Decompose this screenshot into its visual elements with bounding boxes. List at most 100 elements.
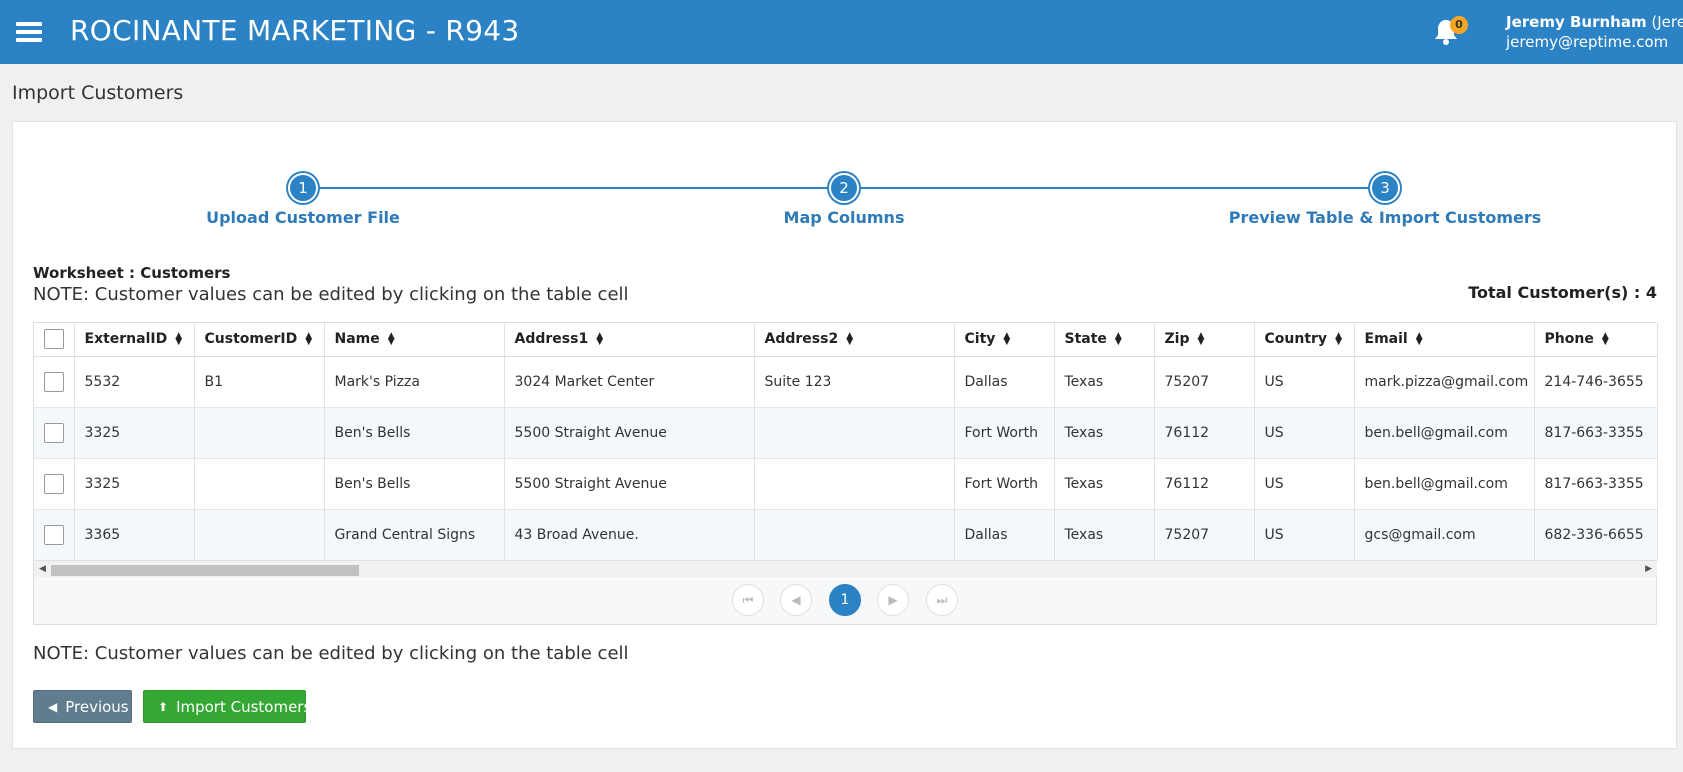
table-cell[interactable]: 5500 Straight Avenue — [504, 407, 755, 459]
page-1-button[interactable]: 1 — [829, 584, 861, 616]
edit-note-bottom: NOTE: Customer values can be edited by c… — [33, 643, 629, 664]
table-row: 3365 Grand Central Signs 43 Broad Avenue… — [34, 509, 1658, 561]
table-cell[interactable] — [754, 458, 955, 510]
chevron-circle-left-icon: ◀ — [48, 700, 58, 714]
row-select-cell — [34, 407, 75, 459]
table-cell[interactable]: US — [1254, 407, 1355, 459]
top-header: ROCINANTE MARKETING - R943 0 Jeremy Burn… — [0, 0, 1683, 64]
table-cell[interactable]: Fort Worth — [954, 407, 1055, 459]
sort-icon: ▲ ▼ — [1335, 331, 1342, 348]
user-name: Jeremy Burnham — [1506, 13, 1647, 31]
column-header[interactable]: ExternalID ▲ ▼ — [74, 323, 195, 357]
table-cell[interactable]: Mark's Pizza — [324, 356, 505, 408]
step-2-label[interactable]: Map Columns — [784, 208, 905, 227]
scrollbar-thumb[interactable] — [51, 565, 359, 576]
table-cell[interactable]: Dallas — [954, 356, 1055, 408]
table-cell[interactable]: Texas — [1054, 407, 1155, 459]
table-cell[interactable] — [754, 509, 955, 561]
table-cell[interactable]: mark.pizza@gmail.com — [1354, 356, 1535, 408]
column-header[interactable]: Name ▲ ▼ — [324, 323, 505, 357]
row-checkbox[interactable] — [43, 524, 64, 545]
sort-icon: ▲ ▼ — [1197, 331, 1205, 348]
table-cell[interactable]: 43 Broad Avenue. — [504, 509, 755, 561]
table-cell[interactable]: Dallas — [954, 509, 1055, 561]
import-customers-button[interactable]: ⬆ Import Customers — [143, 690, 311, 723]
scroll-right-icon[interactable]: ▶ — [1645, 564, 1652, 574]
column-header[interactable]: Phone ▲ ▼ — [1534, 323, 1658, 357]
step-2-circle[interactable]: 2 — [829, 173, 859, 203]
table-cell[interactable]: Texas — [1054, 509, 1155, 561]
table-cell[interactable] — [194, 509, 325, 561]
table-cell[interactable]: 817-663-3355 — [1534, 458, 1658, 510]
table-cell[interactable]: 3024 Market Center — [504, 356, 755, 408]
table-cell[interactable]: 75207 — [1154, 509, 1255, 561]
table-cell[interactable]: Suite 123 — [754, 356, 955, 408]
first-page-button[interactable]: ⏮ — [732, 584, 764, 616]
table-cell[interactable]: US — [1254, 509, 1355, 561]
table-cell[interactable]: Ben's Bells — [324, 407, 505, 459]
table-cell[interactable]: 5532 — [74, 356, 195, 408]
table-header-row: ExternalID ▲ ▼ CustomerID ▲ ▼ Name ▲ ▼ Address… — [34, 323, 1658, 357]
prev-page-icon: ◀ — [791, 593, 801, 607]
scroll-left-icon[interactable]: ◀ — [39, 564, 46, 574]
table-cell[interactable]: ben.bell@gmail.com — [1354, 407, 1535, 459]
horizontal-scrollbar[interactable]: ◀ ▶ — [34, 560, 1657, 577]
table-cell[interactable]: 75207 — [1154, 356, 1255, 408]
sort-icon: ▲ ▼ — [387, 331, 395, 348]
row-checkbox[interactable] — [43, 371, 64, 392]
table-cell[interactable]: ben.bell@gmail.com — [1354, 458, 1535, 510]
table-cell[interactable]: 3365 — [74, 509, 195, 561]
table-cell[interactable] — [194, 407, 325, 459]
column-header[interactable]: Zip ▲ ▼ — [1154, 323, 1255, 357]
customers-grid: ExternalID ▲ ▼ CustomerID ▲ ▼ Name ▲ ▼ Address… — [33, 322, 1658, 625]
app-title: ROCINANTE MARKETING - R943 — [70, 14, 520, 47]
table-cell[interactable]: 3325 — [74, 458, 195, 510]
sort-icon: ▲ ▼ — [1601, 331, 1609, 348]
table-cell[interactable]: 5500 Straight Avenue — [504, 458, 755, 510]
previous-button[interactable]: ◀ Previous — [33, 690, 132, 723]
table-cell[interactable]: Texas — [1054, 458, 1155, 510]
table-cell[interactable]: US — [1254, 356, 1355, 408]
table-cell[interactable]: 682-336-6655 — [1534, 509, 1658, 561]
select-all-checkbox[interactable] — [43, 329, 64, 350]
table-cell[interactable]: US — [1254, 458, 1355, 510]
step-3-circle[interactable]: 3 — [1370, 173, 1400, 203]
row-checkbox[interactable] — [43, 422, 64, 443]
page-title: Import Customers — [12, 82, 184, 104]
table-cell[interactable]: 214-746-3655 — [1534, 356, 1658, 408]
table-cell[interactable] — [754, 407, 955, 459]
table-cell[interactable]: Ben's Bells — [324, 458, 505, 510]
prev-page-button[interactable]: ◀ — [780, 584, 812, 616]
table-cell[interactable]: gcs@gmail.com — [1354, 509, 1535, 561]
column-header[interactable]: State ▲ ▼ — [1054, 323, 1155, 357]
row-select-cell — [34, 509, 75, 561]
step-3-label[interactable]: Preview Table & Import Customers — [1229, 208, 1542, 227]
column-header[interactable]: Email ▲ ▼ — [1354, 323, 1535, 357]
table-cell[interactable] — [194, 458, 325, 510]
table-cell[interactable]: Fort Worth — [954, 458, 1055, 510]
last-page-icon: ⏭ — [936, 593, 948, 607]
step-1-circle[interactable]: 1 — [288, 173, 318, 203]
table-cell[interactable]: B1 — [194, 356, 325, 408]
sort-icon: ▲ ▼ — [596, 331, 604, 348]
user-info[interactable]: Jeremy Burnham (Jeremy) jeremy@reptime.c… — [1506, 12, 1683, 52]
table-cell[interactable]: 3325 — [74, 407, 195, 459]
table-cell[interactable]: 76112 — [1154, 407, 1255, 459]
column-header[interactable]: Country ▲ ▼ — [1254, 323, 1355, 357]
row-checkbox[interactable] — [43, 473, 64, 494]
hamburger-menu-icon[interactable] — [16, 22, 42, 42]
table-cell[interactable]: Texas — [1054, 356, 1155, 408]
next-page-button[interactable]: ▶ — [877, 584, 909, 616]
last-page-button[interactable]: ⏭ — [926, 584, 958, 616]
first-page-icon: ⏮ — [742, 593, 754, 607]
step-1-label[interactable]: Upload Customer File — [206, 208, 400, 227]
column-header[interactable]: City ▲ ▼ — [954, 323, 1055, 357]
sort-icon: ▲ ▼ — [846, 331, 854, 348]
notifications-button[interactable]: 0 — [1433, 16, 1468, 48]
table-cell[interactable]: 76112 — [1154, 458, 1255, 510]
column-header[interactable]: Address1 ▲ ▼ — [504, 323, 755, 357]
column-header[interactable]: CustomerID ▲ ▼ — [194, 323, 325, 357]
table-cell[interactable]: 817-663-3355 — [1534, 407, 1658, 459]
table-cell[interactable]: Grand Central Signs — [324, 509, 505, 561]
column-header[interactable]: Address2 ▲ ▼ — [754, 323, 955, 357]
